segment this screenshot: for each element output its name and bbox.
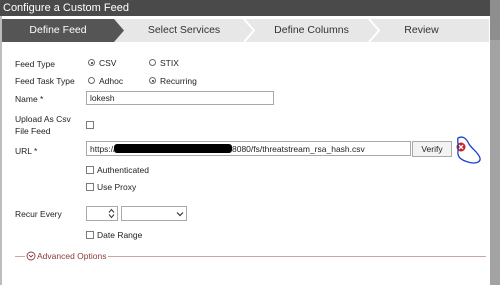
date-range-label: Date Range xyxy=(97,230,143,240)
authenticated-label: Authenticated xyxy=(97,165,149,175)
upload-csv-label-line1: Upload As Csv xyxy=(15,114,71,124)
dialog-left-border xyxy=(0,16,2,285)
recur-every-label: Recur Every xyxy=(15,209,62,219)
advanced-options-link[interactable]: Advanced Options xyxy=(37,251,106,261)
tab-review[interactable]: Review xyxy=(379,19,464,42)
tab-define-feed[interactable]: Define Feed xyxy=(2,19,114,42)
recur-unit-select[interactable] xyxy=(121,206,187,221)
expand-circle-icon[interactable] xyxy=(26,251,36,261)
stepper-arrows-icon xyxy=(108,208,115,219)
upload-csv-label-line2: File Feed xyxy=(15,126,51,136)
error-icon xyxy=(456,136,481,164)
url-label: URL * xyxy=(15,146,38,156)
feed-type-stix-label: STIX xyxy=(160,58,179,68)
upload-csv-checkbox[interactable] xyxy=(86,121,94,129)
window-title: Configure a Custom Feed xyxy=(0,0,490,16)
chevron-down-icon xyxy=(176,212,184,217)
tab-select-services[interactable]: Select Services xyxy=(124,19,244,42)
feed-type-csv-radio[interactable] xyxy=(88,59,95,66)
use-proxy-label: Use Proxy xyxy=(97,182,137,192)
feed-type-label: Feed Type xyxy=(15,59,56,69)
redacted-host xyxy=(114,144,232,153)
feed-type-csv-label: CSV xyxy=(99,58,117,68)
task-type-adhoc-radio[interactable] xyxy=(88,77,95,84)
authenticated-checkbox[interactable] xyxy=(86,166,94,174)
feed-type-stix-radio[interactable] xyxy=(149,59,156,66)
task-type-recurring-label: Recurring xyxy=(160,76,197,86)
recur-every-stepper[interactable] xyxy=(86,206,118,221)
task-type-recurring-radio[interactable] xyxy=(149,77,156,84)
url-prefix-text: https:// xyxy=(90,144,116,154)
use-proxy-checkbox[interactable] xyxy=(86,183,94,191)
advanced-divider-right xyxy=(108,256,486,257)
feed-task-type-label: Feed Task Type xyxy=(15,76,75,86)
name-label: Name * xyxy=(15,94,44,104)
wizard-steps: Define Feed Select Services Define Colum… xyxy=(2,19,489,42)
tab-define-columns[interactable]: Define Columns xyxy=(254,19,369,42)
task-type-adhoc-label: Adhoc xyxy=(99,76,124,86)
date-range-checkbox[interactable] xyxy=(86,231,94,239)
advanced-divider-left xyxy=(15,256,25,257)
url-suffix-text: 8080/fs/threatstream_rsa_hash.csv xyxy=(232,144,365,154)
verify-button[interactable]: Verify xyxy=(412,141,452,157)
background-window-edge xyxy=(490,0,500,285)
name-input[interactable]: lokesh xyxy=(86,91,274,105)
